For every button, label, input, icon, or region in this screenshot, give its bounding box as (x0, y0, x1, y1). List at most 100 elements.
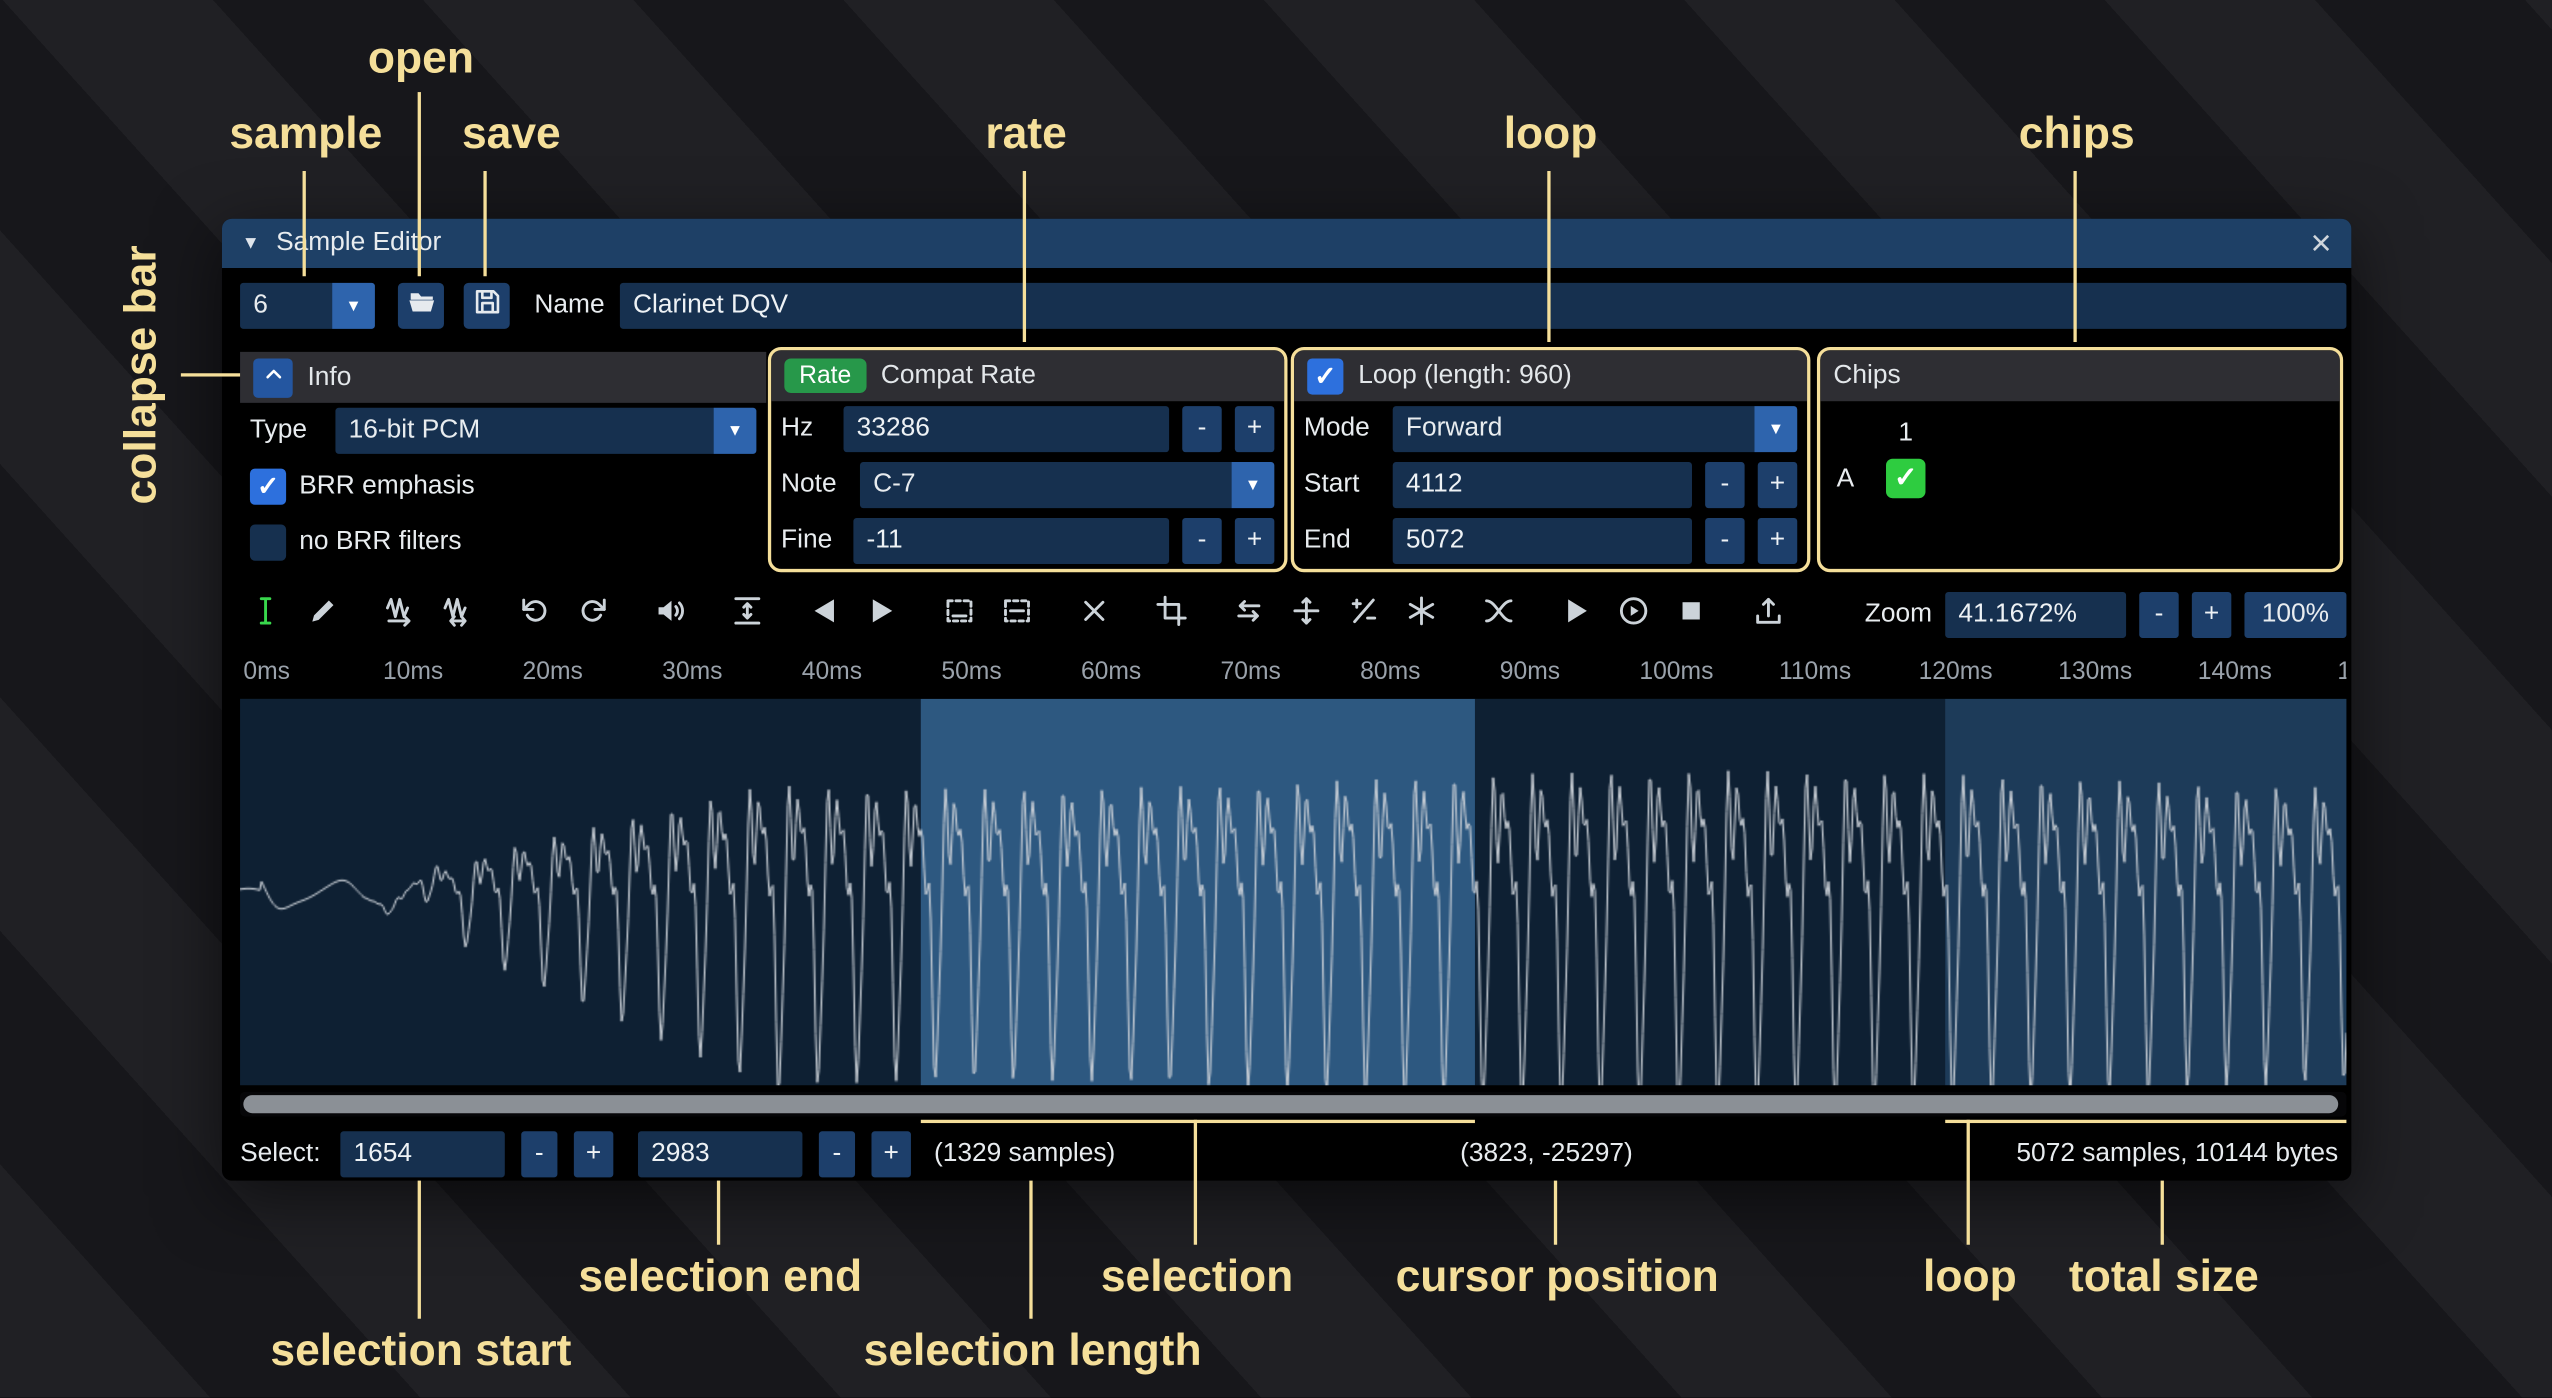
selection-start-increase-button[interactable]: + (574, 1131, 613, 1177)
loop-end-increase-button[interactable]: + (1758, 518, 1797, 564)
hz-input[interactable]: 33286 (844, 406, 1170, 452)
loop-start-input[interactable]: 4112 (1393, 462, 1692, 508)
apply-filter-icon (1403, 594, 1438, 637)
timeline-tick: 110ms (1779, 658, 1851, 686)
loop-header: ✓ Loop (length: 960) (1294, 350, 1807, 401)
info-collapse-button[interactable] (253, 358, 292, 397)
play-button[interactable] (1608, 590, 1657, 639)
loop-mode-select[interactable]: Forward ▼ (1393, 406, 1797, 452)
fade-in-button[interactable] (799, 590, 848, 639)
status-bar: Select: 1654 - + 2983 - + (1329 samples)… (222, 1128, 2351, 1181)
selection-end-decrease-button[interactable]: - (819, 1131, 855, 1177)
crossfade-button[interactable] (1473, 590, 1522, 639)
window-titlebar[interactable]: ▼ Sample Editor × (222, 219, 2351, 268)
fine-label: Fine (781, 526, 840, 556)
reverse-button[interactable] (1223, 590, 1272, 639)
annotation-line (1029, 1181, 1032, 1319)
hz-decrease-button[interactable]: - (1182, 406, 1221, 452)
annotation-line (483, 171, 486, 276)
sample-select-value: 6 (240, 283, 332, 329)
zoom-reset-button[interactable]: 100% (2244, 592, 2346, 638)
open-button[interactable] (398, 283, 444, 329)
collapse-window-icon[interactable]: ▼ (242, 233, 260, 253)
brr-emphasis-checkbox[interactable]: ✓ (250, 469, 286, 505)
fade-out-icon (864, 594, 899, 637)
waveform-scrollbar[interactable] (240, 1092, 2346, 1117)
amplify-button[interactable] (645, 590, 694, 639)
preview-button[interactable] (1551, 590, 1600, 639)
fine-decrease-button[interactable]: - (1182, 518, 1221, 564)
selection-start-decrease-button[interactable]: - (521, 1131, 557, 1177)
chevron-down-icon[interactable]: ▼ (1232, 462, 1275, 508)
scrollbar-thumb[interactable] (243, 1095, 2338, 1113)
chips-column-header: 1 (1886, 419, 1925, 449)
annotation-save: save (462, 109, 561, 160)
brr-emphasis-label: BRR emphasis (299, 472, 474, 502)
close-button[interactable]: × (2310, 225, 2331, 261)
save-button[interactable] (464, 283, 510, 329)
annotation-line (1945, 1120, 2346, 1123)
waveform-canvas[interactable] (240, 699, 2346, 1085)
loop-start-decrease-button[interactable]: - (1705, 462, 1744, 508)
chevron-down-icon[interactable]: ▼ (714, 408, 757, 454)
hz-label: Hz (781, 414, 830, 444)
sample-editor-window: ▼ Sample Editor × 6 ▼ Name Clarinet DQV … (222, 219, 2351, 1181)
apply-filter-button[interactable] (1396, 590, 1445, 639)
selection-end-input[interactable]: 2983 (638, 1131, 802, 1177)
normalize-button[interactable] (722, 590, 771, 639)
amplify-icon (652, 594, 687, 637)
delete-button[interactable] (1069, 590, 1118, 639)
normalize-icon (729, 594, 764, 637)
loop-end-decrease-button[interactable]: - (1705, 518, 1744, 564)
edit-mode-icon (247, 594, 282, 637)
stop-button[interactable] (1666, 590, 1715, 639)
zoom-in-button[interactable]: + (2192, 592, 2231, 638)
play-icon (1616, 594, 1651, 637)
selection-start-input[interactable]: 1654 (340, 1131, 504, 1177)
import-button[interactable] (1743, 590, 1792, 639)
fine-increase-button[interactable]: + (1235, 518, 1274, 564)
signed-unsigned-button[interactable] (1338, 590, 1387, 639)
chevron-down-icon[interactable]: ▼ (332, 283, 375, 329)
apply-silence-button[interactable] (992, 590, 1041, 639)
annotation-line (303, 171, 306, 276)
chevron-down-icon[interactable]: ▼ (1754, 406, 1797, 452)
annotation-collapse-bar: collapse bar (116, 245, 167, 504)
crossfade-icon (1481, 594, 1516, 637)
note-select[interactable]: C-7 ▼ (860, 462, 1274, 508)
waveform-view[interactable] (240, 699, 2346, 1085)
note-label: Note (781, 470, 847, 500)
undo-button[interactable] (510, 590, 559, 639)
insert-silence-button[interactable] (934, 590, 983, 639)
invert-button[interactable] (1281, 590, 1330, 639)
zoom-out-button[interactable]: - (2139, 592, 2178, 638)
timeline-ruler[interactable]: 0ms10ms20ms30ms40ms50ms60ms70ms80ms90ms1… (240, 651, 2346, 694)
loop-start-increase-button[interactable]: + (1758, 462, 1797, 508)
hz-increase-button[interactable]: + (1235, 406, 1274, 452)
loop-enable-checkbox[interactable]: ✓ (1307, 358, 1343, 394)
zoom-input[interactable]: 41.1672% (1945, 592, 2126, 638)
insert-silence-icon (941, 594, 976, 637)
timeline-tick: 80ms (1360, 658, 1420, 686)
chip-enable-checkbox[interactable]: ✓ (1886, 459, 1925, 498)
timeline-tick: 30ms (662, 658, 722, 686)
name-input[interactable]: Clarinet DQV (620, 283, 2347, 329)
selection-end-increase-button[interactable]: + (871, 1131, 910, 1177)
no-brr-filters-checkbox[interactable] (250, 525, 286, 561)
preview-icon (1558, 594, 1593, 637)
redo-button[interactable] (567, 590, 616, 639)
type-label: Type (250, 416, 322, 446)
edit-mode-button[interactable] (240, 590, 289, 639)
draw-mode-button[interactable] (298, 590, 347, 639)
sample-select[interactable]: 6 ▼ (240, 283, 375, 329)
resize-button[interactable] (375, 590, 424, 639)
fade-out-button[interactable] (857, 590, 906, 639)
stop-icon (1673, 594, 1708, 637)
invert-icon (1288, 594, 1323, 637)
check-icon: ✓ (257, 470, 279, 503)
loop-end-input[interactable]: 5072 (1393, 518, 1692, 564)
resample-button[interactable] (432, 590, 481, 639)
trim-button[interactable] (1146, 590, 1195, 639)
type-select[interactable]: 16-bit PCM ▼ (335, 408, 756, 454)
fine-input[interactable]: -11 (853, 518, 1169, 564)
